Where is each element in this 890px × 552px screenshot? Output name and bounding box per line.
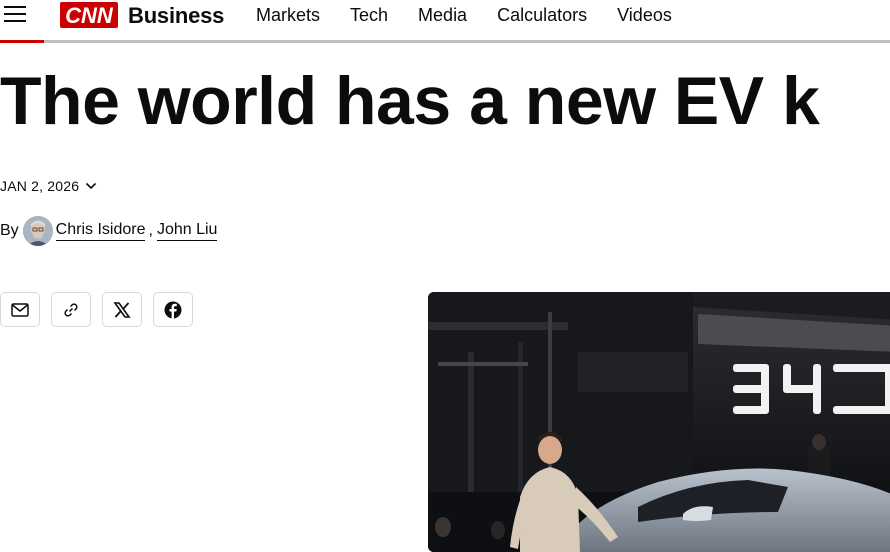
avatar-portrait	[22, 216, 53, 246]
byline-prefix: By	[0, 222, 19, 239]
hero-image[interactable]	[428, 292, 890, 552]
publish-date: JAN 2, 2026	[0, 178, 80, 194]
author-separator: ,	[148, 222, 153, 239]
nav-item-markets[interactable]: Markets	[256, 5, 320, 26]
header-divider	[0, 40, 890, 43]
chevron-down-icon	[86, 182, 97, 190]
top-nav: Markets Tech Media Calculators Videos	[256, 5, 702, 26]
author-link-chris-isidore[interactable]: Chris Isidore	[55, 221, 146, 241]
site-header: CNN Business Markets Tech Media Calculat…	[0, 0, 890, 40]
link-icon	[64, 302, 78, 317]
timestamp-toggle[interactable]: JAN 2, 2026	[0, 178, 97, 194]
email-icon	[11, 302, 29, 317]
nav-item-videos[interactable]: Videos	[617, 5, 672, 26]
share-x-button[interactable]	[102, 292, 142, 327]
byline: By Chris Isidore , John Liu	[0, 216, 218, 246]
nav-item-tech[interactable]: Tech	[350, 5, 388, 26]
nav-item-calculators[interactable]: Calculators	[497, 5, 587, 26]
share-bar	[0, 292, 204, 327]
copy-link-button[interactable]	[51, 292, 91, 327]
svg-text:CNN: CNN	[65, 3, 114, 28]
nav-item-media[interactable]: Media	[418, 5, 467, 26]
menu-icon[interactable]	[4, 5, 26, 23]
cnn-logo-mark: CNN	[65, 3, 114, 28]
cnn-logo[interactable]: CNN	[60, 2, 118, 28]
facebook-icon	[164, 301, 182, 319]
byd-showroom-photo	[428, 292, 890, 552]
article-headline: The world has a new EV k	[0, 63, 820, 139]
x-icon	[113, 301, 131, 318]
section-title[interactable]: Business	[128, 3, 224, 29]
share-email-button[interactable]	[0, 292, 40, 327]
reading-progress	[0, 40, 44, 43]
author-avatar[interactable]	[22, 216, 53, 246]
author-link-john-liu[interactable]: John Liu	[156, 221, 218, 241]
share-facebook-button[interactable]	[153, 292, 193, 327]
